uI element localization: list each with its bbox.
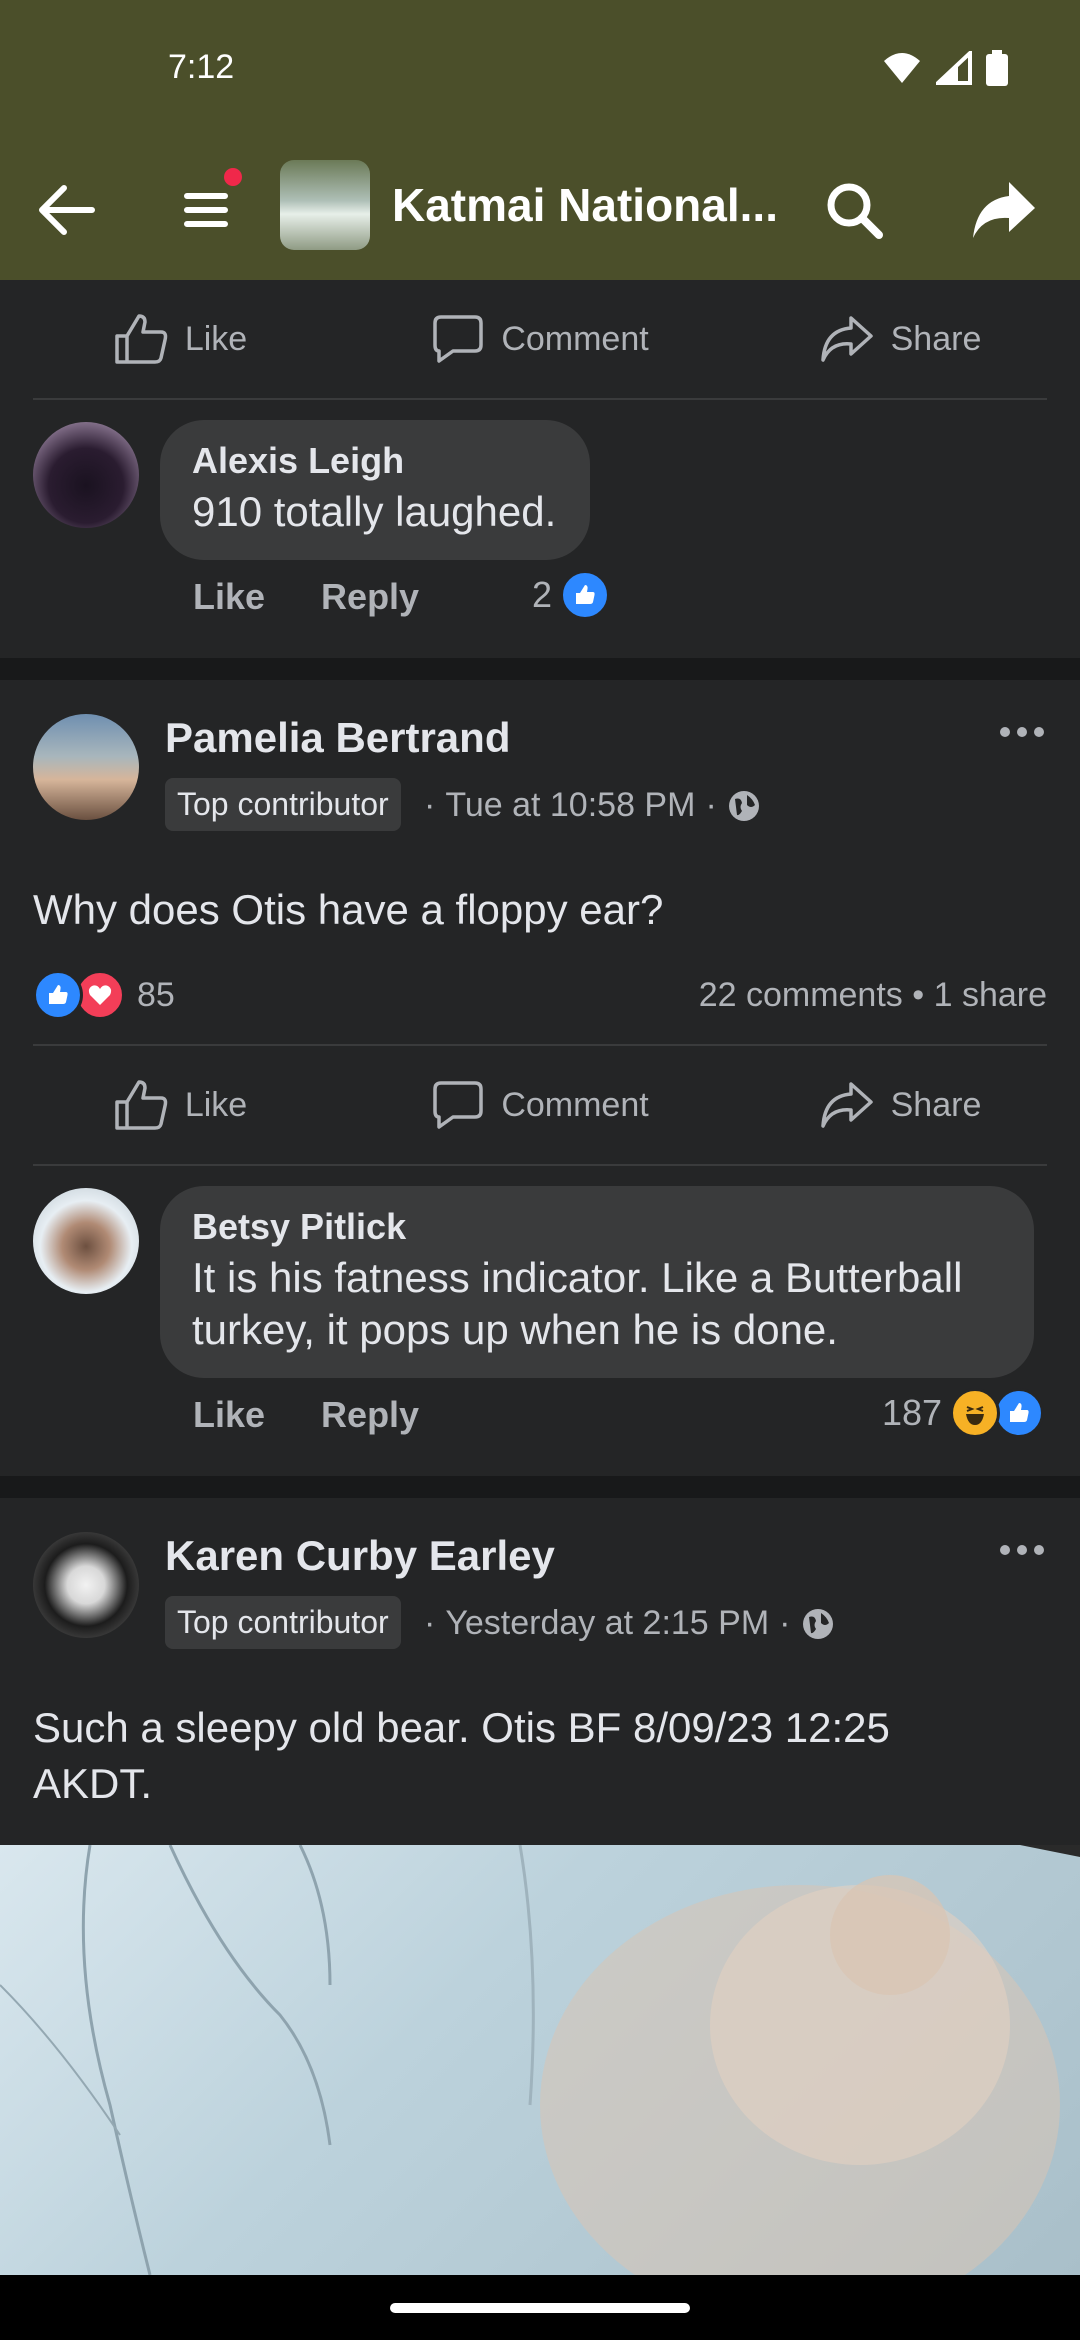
feed: Like Comment Share Alexis Leigh 910 tota… (0, 280, 1080, 1812)
comment-reactions[interactable]: 187 (882, 1388, 1045, 1438)
comment-like-button[interactable]: Like (193, 1394, 265, 1436)
top-contributor-badge[interactable]: Top contributor (165, 778, 401, 831)
comment-label: Comment (501, 319, 649, 358)
post-reactions[interactable]: 85 (33, 970, 175, 1020)
reaction-count: 85 (137, 975, 175, 1014)
engagement-summary[interactable]: 22 comments • 1 share (699, 976, 1047, 1015)
page-avatar[interactable] (280, 160, 370, 250)
post-author[interactable]: Pamelia Bertrand (165, 714, 510, 762)
comment-label: Comment (501, 1085, 649, 1124)
post-divider (0, 1476, 1080, 1498)
comment-button[interactable]: Comment (360, 1079, 720, 1131)
avatar[interactable] (33, 1532, 139, 1638)
post-timestamp[interactable]: Yesterday at 2:15 PM (445, 1604, 769, 1643)
back-button[interactable] (26, 170, 106, 250)
like-button[interactable]: Like (0, 1078, 360, 1132)
avatar[interactable] (33, 1188, 139, 1294)
like-label: Like (184, 319, 248, 358)
comment-reactions[interactable]: 2 (532, 570, 611, 620)
top-contributor-badge[interactable]: Top contributor (165, 1596, 401, 1649)
reaction-count: 187 (882, 1392, 943, 1433)
post-header: Karen Curby Earley Top contributor · Yes… (0, 1532, 1080, 1682)
like-label: Like (184, 1085, 248, 1124)
comment-text: It is his fatness indicator. Like a Butt… (192, 1254, 963, 1353)
comment-author[interactable]: Betsy Pitlick (192, 1206, 1000, 1248)
post-stats: 85 22 comments • 1 share (0, 954, 1080, 1044)
haha-reaction-icon (950, 1388, 1001, 1438)
share-label: Share (890, 1085, 982, 1124)
avatar[interactable] (33, 714, 139, 820)
like-reaction-icon (560, 570, 611, 620)
post-action-bar: Like Comment Share (0, 1046, 1080, 1164)
globe-icon (728, 790, 759, 821)
more-options-icon[interactable] (1000, 722, 1050, 742)
search-icon (827, 183, 883, 239)
post-photo[interactable] (0, 1845, 1080, 2275)
battery-icon (986, 50, 1008, 86)
home-indicator[interactable] (390, 2303, 690, 2313)
reaction-count: 2 (532, 574, 553, 615)
like-reaction-icon (994, 1388, 1045, 1438)
post-meta: · Tue at 10:58 PM · (424, 786, 761, 825)
share-icon (820, 316, 873, 362)
page-title[interactable]: Katmai National... (392, 178, 778, 232)
notification-dot (224, 168, 242, 186)
comment-button[interactable]: Comment (360, 313, 720, 365)
wifi-icon (884, 53, 920, 83)
post-action-bar: Like Comment Share (0, 280, 1080, 398)
comment-author[interactable]: Alexis Leigh (192, 440, 556, 482)
comment-bubble-icon (433, 315, 484, 363)
comment-reply-button[interactable]: Reply (321, 1394, 419, 1436)
search-button[interactable] (814, 170, 894, 250)
thumbs-up-icon (115, 314, 168, 364)
post-header: Pamelia Bertrand Top contributor · Tue a… (0, 714, 1080, 864)
post-divider (0, 658, 1080, 680)
share-button[interactable]: Share (720, 1080, 1080, 1130)
post-meta: · Yesterday at 2:15 PM · (424, 1604, 835, 1643)
share-arrow-icon (973, 182, 1035, 238)
post-timestamp[interactable]: Tue at 10:58 PM (445, 786, 695, 825)
post-text: Such a sleepy old bear. Otis BF 8/09/23 … (33, 1704, 890, 1807)
share-page-button[interactable] (964, 170, 1044, 250)
cell-signal-icon (936, 51, 972, 85)
status-time: 7:12 (168, 48, 235, 86)
share-icon (820, 1082, 873, 1128)
comment-bubble-icon (433, 1081, 484, 1129)
comment-bubble: Betsy Pitlick It is his fatness indicato… (160, 1186, 1034, 1378)
thumbs-up-icon (115, 1080, 168, 1130)
comment: Alexis Leigh 910 totally laughed. Like R… (0, 400, 1080, 658)
arrow-left-icon (39, 185, 95, 235)
comment-bubble: Alexis Leigh 910 totally laughed. (160, 420, 591, 560)
post-author[interactable]: Karen Curby Earley (165, 1532, 555, 1580)
comment-like-button[interactable]: Like (193, 576, 265, 618)
bear-photo-image (0, 1845, 1080, 2275)
share-label: Share (890, 319, 982, 358)
more-options-icon[interactable] (1000, 1540, 1050, 1560)
comment: Betsy Pitlick It is his fatness indicato… (0, 1166, 1080, 1476)
comment-text: 910 totally laughed. (192, 488, 557, 535)
like-reaction-icon (33, 970, 83, 1020)
post-text: Why does Otis have a floppy ear? (33, 886, 664, 933)
hamburger-menu-icon (184, 193, 228, 227)
status-bar: 7:12 (0, 0, 1080, 140)
comment-reply-button[interactable]: Reply (321, 576, 419, 618)
globe-icon (802, 1608, 833, 1639)
share-button[interactable]: Share (720, 314, 1080, 364)
avatar[interactable] (33, 422, 139, 528)
like-button[interactable]: Like (0, 312, 360, 366)
